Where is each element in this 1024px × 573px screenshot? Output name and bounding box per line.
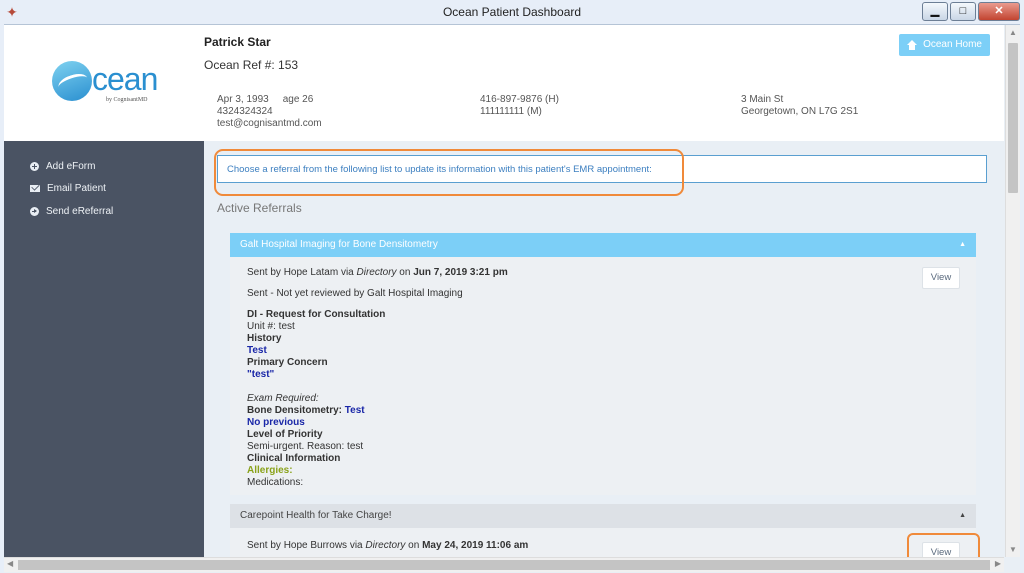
collapse-caret-icon[interactable]: ▲ [959, 233, 966, 257]
exam-required: Exam Required: [247, 393, 319, 404]
age: age 26 [282, 94, 314, 105]
referral-title: Galt Hospital Imaging for Bone Densitome… [240, 239, 438, 250]
collapse-caret-icon[interactable]: ▲ [959, 504, 966, 528]
history-label: History [247, 333, 282, 344]
bone-line: Bone Densitometry: Test [247, 405, 976, 417]
history-value: Test [247, 345, 267, 356]
priority-label: Level of Priority [247, 429, 323, 440]
logo-byline: by CognisantMD [106, 97, 148, 103]
referral-card: Galt Hospital Imaging for Bone Densitome… [230, 233, 976, 495]
plus-circle-icon [30, 161, 39, 171]
phone-home: 416-897-9876 (H) [480, 94, 559, 105]
sent-line: Sent by Hope Burrows via Directory on Ma… [247, 540, 976, 552]
sidebar-item-label: Add eForm [46, 160, 96, 172]
horizontal-scroll-thumb[interactable] [18, 560, 990, 570]
window-title: Ocean Patient Dashboard [442, 5, 582, 19]
allergies-label: Allergies: [247, 465, 293, 476]
bone-label: Bone Densitometry: [247, 405, 345, 416]
app-frame: cean by CognisantMD Patrick Star Ocean R… [4, 25, 1004, 557]
minimize-button[interactable]: ▁ [922, 2, 948, 21]
form-title: DI - Request for Consultation [247, 309, 386, 320]
referral-card-header[interactable]: Galt Hospital Imaging for Bone Densitome… [230, 233, 976, 257]
maximize-button[interactable]: □ [950, 2, 976, 21]
sent-on: on [396, 267, 414, 278]
scroll-left-icon[interactable]: ◀ [7, 559, 13, 568]
address-line2: Georgetown, ON L7G 2S1 [741, 106, 859, 117]
no-previous: No previous [247, 417, 305, 428]
referral-card-body: View Sent by Hope Burrows via Directory … [230, 528, 976, 557]
arrow-circle-icon [30, 206, 39, 216]
horizontal-scrollbar[interactable]: ◀ ▶ [4, 557, 1004, 572]
sent-via: Directory [365, 540, 406, 551]
active-referrals-title: Active Referrals [217, 201, 302, 215]
patient-name: Patrick Star [204, 35, 271, 49]
referral-card-header[interactable]: Carepoint Health for Take Charge! ▲ [230, 504, 976, 528]
main-content: Choose a referral from the following lis… [204, 141, 1004, 557]
sidebar-item-email-patient[interactable]: Email Patient [30, 181, 106, 195]
envelope-icon [30, 184, 40, 192]
phone-mobile: 111111111 (M) [480, 106, 542, 117]
sent-on: on [405, 540, 423, 551]
sidebar-item-add-eform[interactable]: Add eForm [30, 159, 95, 173]
view-button[interactable]: View [922, 267, 960, 289]
scroll-right-icon[interactable]: ▶ [995, 559, 1001, 568]
sidebar-item-label: Send eReferral [46, 205, 114, 217]
clinical-label: Clinical Information [247, 453, 341, 464]
dob: Apr 3, 1993 [217, 94, 269, 105]
dob-line: Apr 3, 1993 age 26 [217, 94, 322, 106]
vertical-scroll-thumb[interactable] [1008, 43, 1018, 193]
ocean-logo: cean by CognisantMD [50, 59, 160, 109]
notice-highlight-annotation [214, 149, 684, 196]
window-controls: ▁ □ ✕ [920, 2, 1020, 21]
patient-phones: 416-897-9876 (H) 111111111 (M) [480, 94, 559, 118]
referral-card-body: View Sent by Hope Latam via Directory on… [230, 257, 976, 489]
scroll-down-icon[interactable]: ▼ [1009, 545, 1017, 554]
sent-by: Sent by Hope Burrows via [247, 540, 366, 551]
sidebar-item-send-ereferral[interactable]: Send eReferral [30, 204, 113, 218]
sidebar: Add eForm Email Patient Send eReferral [4, 141, 204, 557]
patient-demographics: Apr 3, 1993 age 26 4324324324 test@cognis… [217, 94, 322, 130]
sent-date: May 24, 2019 11:06 am [422, 540, 529, 551]
sent-date: Jun 7, 2019 3:21 pm [413, 267, 508, 278]
scroll-up-icon[interactable]: ▲ [1009, 28, 1017, 37]
ocean-home-label: Ocean Home [923, 39, 982, 50]
patient-email: test@cognisantmd.com [217, 118, 322, 129]
sent-line: Sent by Hope Latam via Directory on Jun … [247, 267, 976, 279]
ocean-home-button[interactable]: Ocean Home [899, 34, 990, 56]
vertical-scrollbar[interactable]: ▲ ▼ [1005, 25, 1020, 557]
health-number: 4324324324 [217, 106, 273, 117]
sent-via: Directory [356, 267, 397, 278]
window-border-right [1020, 24, 1024, 573]
patient-address: 3 Main St Georgetown, ON L7G 2S1 [741, 94, 858, 118]
concern-value: "test" [247, 369, 275, 380]
ocean-ref: Ocean Ref #: 153 [204, 58, 299, 72]
referral-status: Sent - Not yet reviewed by Galt Hospital… [247, 288, 463, 299]
title-bar: ✦ Ocean Patient Dashboard ▁ □ ✕ [0, 0, 1024, 25]
close-button[interactable]: ✕ [978, 2, 1020, 21]
medications-label: Medications: [247, 477, 304, 488]
concern-label: Primary Concern [247, 357, 328, 368]
patient-header: cean by CognisantMD Patrick Star Ocean R… [4, 25, 1004, 141]
address-line1: 3 Main St [741, 94, 784, 105]
referral-card: Carepoint Health for Take Charge! ▲ View… [230, 504, 976, 557]
sent-by: Sent by Hope Latam via [247, 267, 357, 278]
referral-title: Carepoint Health for Take Charge! [240, 510, 392, 521]
sidebar-item-label: Email Patient [47, 182, 106, 194]
priority-value: Semi-urgent. Reason: test [247, 441, 364, 452]
unit-number: Unit #: test [247, 321, 295, 332]
logo-word: cean [92, 61, 158, 97]
bone-value: Test [344, 405, 365, 416]
home-icon [907, 40, 918, 50]
